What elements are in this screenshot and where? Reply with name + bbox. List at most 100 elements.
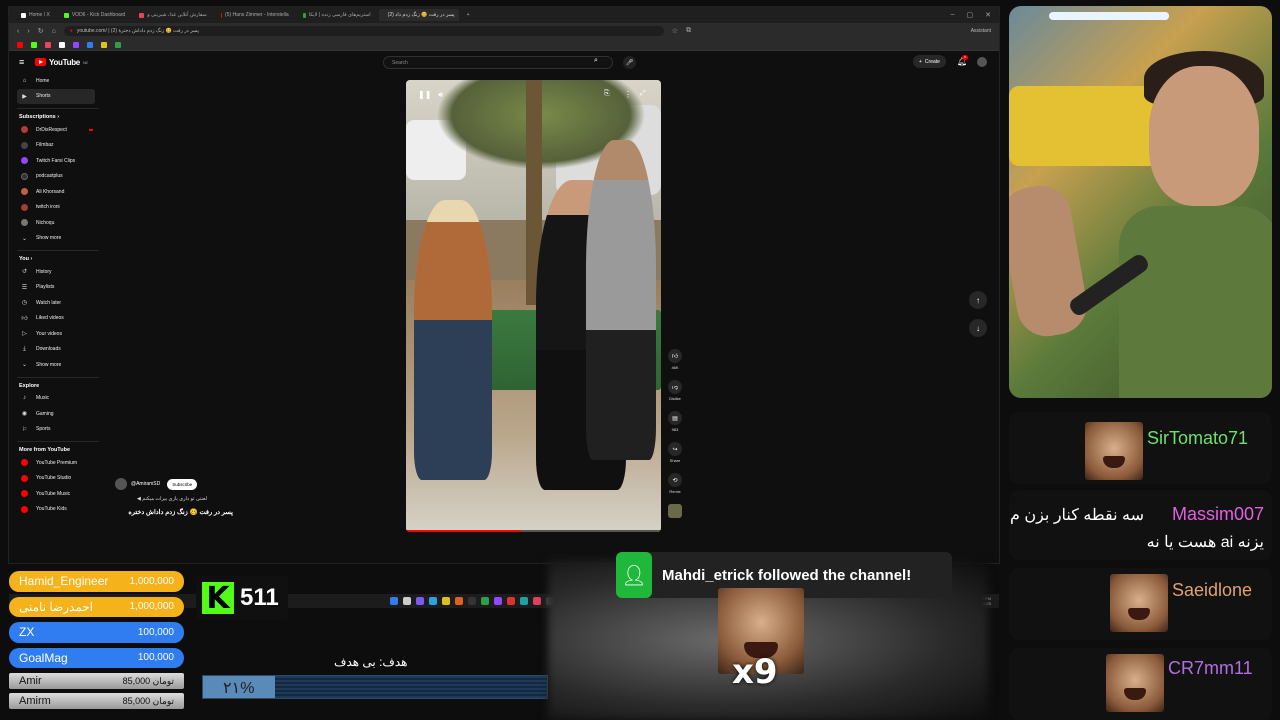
sidebar-item-subscription[interactable]: Ali Khorsand	[17, 184, 99, 200]
sidebar-item-subscription[interactable]: Nichoqu	[17, 215, 99, 231]
copilot-icon[interactable]	[416, 597, 424, 605]
back-icon[interactable]: ‹	[17, 28, 19, 35]
short-title[interactable]: پسر در رفت 🥴 زنگ زدم داداش دختره	[115, 508, 233, 516]
sidebar-heading-you[interactable]: You ›	[17, 250, 99, 264]
task-view-icon[interactable]	[403, 597, 411, 605]
bookmark-site-icon[interactable]	[115, 41, 121, 48]
sidebar-item-gaming[interactable]: ◉ Gaming	[17, 406, 99, 422]
bookmark-youtube-icon[interactable]	[17, 41, 23, 48]
dislike-label: Dislike	[669, 396, 681, 401]
search-input[interactable]: Search	[383, 56, 613, 69]
maximize-icon[interactable]: ▢	[967, 11, 974, 19]
extensions-icon[interactable]: ⧉	[686, 27, 691, 35]
volume-icon[interactable]: 🔊︎	[438, 90, 443, 100]
search-icon[interactable]: ⌕	[594, 57, 598, 65]
sidebar-item-youtube-kids[interactable]: YouTube Kids	[17, 502, 99, 518]
url-field[interactable]: ● youtube.com/ | (2) پسر در رفت 🥴 زنگ زدم…	[63, 26, 664, 36]
browser-app-icon[interactable]	[533, 597, 541, 605]
notifications-icon[interactable]: 🔔︎ 9	[957, 55, 968, 66]
video-person	[586, 140, 656, 460]
assistant-button[interactable]: Assistant	[971, 28, 991, 34]
chat-username: SirTomato71	[1147, 428, 1249, 448]
sidebar-item-your-videos[interactable]: ▷ Your videos	[17, 326, 99, 342]
bookmark-food-icon[interactable]	[45, 41, 51, 48]
app-icon[interactable]	[481, 597, 489, 605]
tab-kick-dashboard[interactable]: VOD6 - Kick Dashboard	[57, 9, 132, 21]
bookmark-site-icon[interactable]	[101, 41, 107, 48]
sidebar-item-shorts[interactable]: ▶ Shorts	[17, 88, 95, 104]
channel-avatar[interactable]	[115, 478, 127, 490]
next-short-button[interactable]: ↓	[969, 319, 987, 337]
sidebar-item-downloads[interactable]: ⤓ Downloads	[17, 342, 99, 358]
remix-button[interactable]: ⟲ Remix	[665, 473, 685, 494]
more-options-icon[interactable]: ⋮	[624, 90, 632, 99]
subscribe-button[interactable]: Subscribe	[167, 478, 198, 490]
sidebar-item-liked-videos[interactable]: 👍︎ Liked videos	[17, 311, 99, 327]
like-button[interactable]: 👍︎ 46K	[665, 349, 685, 370]
follow-alert-text: Mahdi_etrick followed the channel!	[662, 566, 912, 584]
share-label: Share	[669, 458, 681, 463]
minimize-icon[interactable]: –	[951, 11, 955, 19]
sidebar-item-history[interactable]: ↺ History	[17, 264, 99, 280]
mic-icon[interactable]: 🎤︎	[623, 56, 636, 69]
sidebar-item-youtube-studio[interactable]: YouTube Studio	[17, 471, 99, 487]
sidebar-item-subscription[interactable]: twitch ironi	[17, 200, 99, 216]
chat-username: Saeidlone	[1172, 580, 1253, 600]
app-icon[interactable]	[507, 597, 515, 605]
avatar[interactable]	[977, 57, 987, 67]
pause-icon[interactable]: ❚❚	[418, 90, 431, 99]
sidebar-item-sports[interactable]: ⚐ Sports	[17, 422, 99, 438]
channel-avatar	[21, 172, 28, 180]
previous-short-button[interactable]: ↑	[969, 291, 987, 309]
bookmark-site-icon[interactable]	[87, 41, 93, 48]
tab-hans-zimmer[interactable]: (5) Hans Zimmer - Interstella	[214, 9, 295, 21]
sidebar-item-playlists[interactable]: ☰ Playlists	[17, 280, 99, 296]
home-nav-icon[interactable]: ⌂	[52, 28, 56, 35]
tab-food-order[interactable]: سفارش آنلاین غذا، شیرینی و	[133, 9, 213, 21]
bookmark-x-icon[interactable]	[59, 41, 65, 48]
sidebar-item-youtube-music[interactable]: YouTube Music	[17, 486, 99, 502]
sidebar-show-more-subscriptions[interactable]: ⌄ Show more	[17, 231, 99, 247]
sound-thumbnail[interactable]	[665, 504, 685, 518]
tab-persian-streams[interactable]: استریم‌های فارسی زنده | لایکا	[296, 9, 377, 21]
channel-handle[interactable]: @AmiramSD	[131, 481, 160, 487]
edge-icon[interactable]	[429, 597, 437, 605]
sidebar-item-music[interactable]: ♪ Music	[17, 391, 99, 407]
menu-icon[interactable]: ≡	[19, 57, 35, 67]
dislike-button[interactable]: 👎︎ Dislike	[665, 380, 685, 401]
video-progress-bar[interactable]	[406, 530, 661, 532]
app-icon[interactable]	[520, 597, 528, 605]
tab-youtube-short[interactable]: (2) پسر در رفت 🥴 زنگ زدم داد	[378, 9, 459, 21]
channel-avatar	[21, 219, 28, 227]
sidebar-item-watch-later[interactable]: ◷ Watch later	[17, 295, 99, 311]
forward-icon[interactable]: ›	[27, 28, 29, 35]
app-icon[interactable]	[468, 597, 476, 605]
sidebar-item-youtube-premium[interactable]: YouTube Premium	[17, 455, 99, 471]
create-button[interactable]: + Create	[913, 55, 946, 68]
new-tab-button[interactable]: +	[460, 9, 476, 21]
bookmark-kick-icon[interactable]	[31, 41, 37, 48]
sidebar-item-subscription[interactable]: podcastplus	[17, 169, 99, 185]
youtube-logo[interactable]: YouTube NZ	[35, 58, 88, 67]
tab-x[interactable]: Home / X	[15, 9, 56, 21]
sidebar-item-subscription[interactable]: Filmbaz	[17, 138, 99, 154]
bookmark-twitch-icon[interactable]	[73, 41, 79, 48]
short-video-player[interactable]: ❚❚ 🔊︎ ⎘ ⋮ ⤢	[406, 80, 661, 532]
reload-icon[interactable]: ↻	[38, 27, 44, 35]
file-explorer-icon[interactable]	[442, 597, 450, 605]
sidebar-show-more-you[interactable]: ⌄ Show more	[17, 357, 99, 373]
comments-button[interactable]: ▤ 983	[665, 411, 685, 432]
app-icon[interactable]	[494, 597, 502, 605]
sidebar-heading-subscriptions[interactable]: Subscriptions ›	[17, 108, 99, 122]
app-icon[interactable]	[455, 597, 463, 605]
share-button[interactable]: ↪ Share	[665, 442, 685, 463]
sidebar-item-subscription[interactable]: Twitch Farsi Clips	[17, 153, 99, 169]
close-icon[interactable]: ✕	[985, 11, 991, 19]
sidebar-item-home[interactable]: ⌂ Home	[17, 73, 99, 89]
fullscreen-icon[interactable]: ⤢	[640, 90, 646, 98]
captions-icon[interactable]: ⎘	[604, 90, 610, 98]
bookmark-star-icon[interactable]: ☆	[672, 27, 678, 35]
start-icon[interactable]	[390, 597, 398, 605]
sidebar-item-subscription[interactable]: DrDisRespect	[17, 122, 99, 138]
like-count: 46K	[671, 365, 679, 370]
